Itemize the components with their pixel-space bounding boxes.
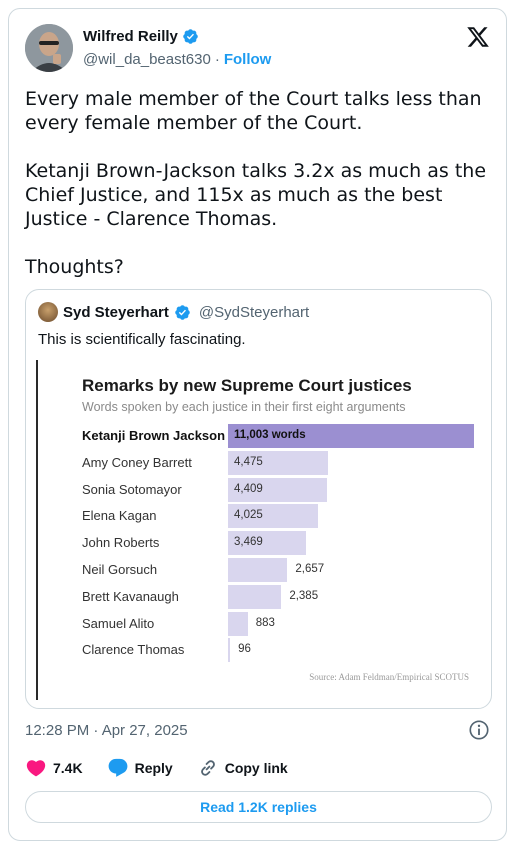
author-avatar[interactable] xyxy=(25,24,73,72)
copy-link-label: Copy link xyxy=(224,760,288,776)
bar-value-label: 2,657 xyxy=(295,563,325,575)
tweet-card[interactable]: Wilfred Reilly @wil_da_beast630 · Follow… xyxy=(8,8,507,841)
bar-label: Sonia Sotomayor xyxy=(82,481,182,497)
bar-label: Clarence Thomas xyxy=(82,642,185,658)
chart-row: Ketanji Brown Jackson 11,003 words xyxy=(38,424,485,448)
bar-value-label: 11,003 words xyxy=(234,429,306,441)
bar-value-label: 2,385 xyxy=(289,589,319,602)
chart-row: Elena Kagan 4,025 xyxy=(38,504,485,529)
quoted-tweet-text: This is scientifically fascinating. xyxy=(38,331,246,348)
chart-row: Sonia Sotomayor 4,409 xyxy=(38,477,485,502)
separator-dot: · xyxy=(214,51,220,68)
info-icon[interactable] xyxy=(468,719,490,741)
bar-value-label: 4,409 xyxy=(234,482,263,495)
quoted-author-name: Syd Steyerhart xyxy=(63,303,169,321)
like-count: 7.4K xyxy=(53,760,83,776)
bar-label: John Roberts xyxy=(82,535,160,551)
author-name-text[interactable]: Wilfred Reilly xyxy=(83,28,178,45)
bar-label: Brett Kavanaugh xyxy=(82,588,179,604)
quoted-tweet-header: Syd Steyerhart @SydSteyerhart xyxy=(38,302,309,322)
link-icon xyxy=(200,760,215,776)
bar xyxy=(228,584,282,609)
x-logo-icon[interactable] xyxy=(466,25,490,49)
copy-link-button[interactable]: Copy link xyxy=(197,757,288,779)
chart-title: Remarks by new Supreme Court justices xyxy=(82,376,412,395)
bar-value-label: 883 xyxy=(255,616,275,629)
tweet-paragraph: Thoughts? xyxy=(25,256,124,278)
handle-row: @wil_da_beast630 · Follow xyxy=(83,51,271,68)
tweet-text: Every male member of the Court talks les… xyxy=(25,87,495,279)
author-name[interactable]: Wilfred Reilly xyxy=(83,28,199,45)
chart-image[interactable]: Remarks by new Supreme Court justices Wo… xyxy=(36,360,483,700)
action-bar: 7.4K Reply Copy link xyxy=(25,757,288,779)
reply-button[interactable]: Reply xyxy=(107,757,173,779)
bar-label: Samuel Alito xyxy=(82,615,155,631)
read-replies-button[interactable]: Read 1.2K replies xyxy=(25,791,492,823)
bar-value-label: 4,475 xyxy=(234,455,263,468)
bar-label: Neil Gorsuch xyxy=(82,562,158,577)
chart-row: Brett Kavanaugh 2,385 xyxy=(38,584,485,609)
quoted-tweet[interactable]: Syd Steyerhart @SydSteyerhart This is sc… xyxy=(25,289,492,709)
bar-label: Amy Coney Barrett xyxy=(82,454,192,470)
quoted-author-avatar xyxy=(38,302,58,322)
bar-label: Ketanji Brown Jackson xyxy=(82,428,226,443)
heart-icon xyxy=(26,760,46,777)
verified-badge-icon xyxy=(175,304,190,320)
bar-value-label: 3,469 xyxy=(234,536,263,549)
chart-source: Source: Adam Feldman/Empirical SCOTUS xyxy=(309,672,469,682)
bar-value-label: 4,025 xyxy=(234,509,263,522)
bar-value-label: 96 xyxy=(238,643,251,656)
chart-row: Neil Gorsuch 2,657 xyxy=(38,558,485,582)
tweet-paragraph: Ketanji Brown-Jackson talks 3.2x as much… xyxy=(25,160,487,230)
chart-row: Samuel Alito 883 xyxy=(38,611,485,636)
bar xyxy=(228,558,288,582)
chart-row: John Roberts 3,469 xyxy=(38,531,485,556)
chart-row: Clarence Thomas 96 xyxy=(38,638,485,663)
author-handle[interactable]: @wil_da_beast630 xyxy=(83,51,211,68)
chart-row: Amy Coney Barrett 4,475 xyxy=(38,450,485,475)
bar xyxy=(228,611,248,636)
tweet-paragraph: Every male member of the Court talks les… xyxy=(25,88,482,134)
bar xyxy=(228,638,231,663)
follow-button[interactable]: Follow xyxy=(224,51,272,68)
like-button[interactable]: 7.4K xyxy=(25,757,83,779)
bar-label: Elena Kagan xyxy=(82,508,157,524)
quoted-author-handle: @SydSteyerhart xyxy=(198,303,310,321)
tweet-timestamp[interactable]: 12:28 PM · Apr 27, 2025 xyxy=(25,722,188,739)
reply-bubble-icon xyxy=(108,758,127,777)
verified-badge-icon xyxy=(183,29,198,44)
chart-subtitle: Words spoken by each justice in their fi… xyxy=(82,400,406,414)
reply-label: Reply xyxy=(134,760,173,776)
